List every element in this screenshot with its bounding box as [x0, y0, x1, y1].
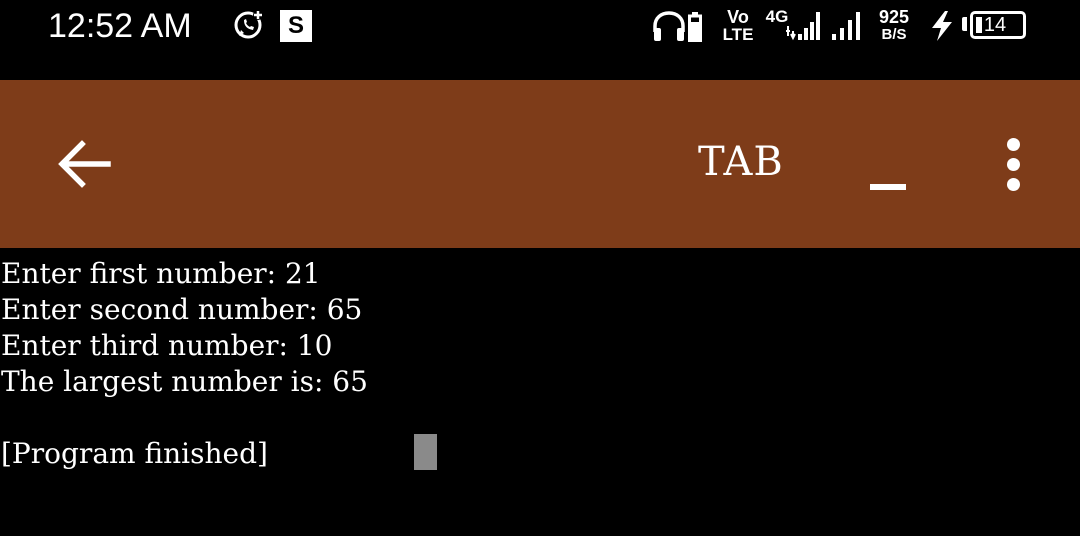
network-speed: 925 B/S	[872, 7, 916, 43]
signal-strength-2-icon	[832, 12, 860, 40]
headphones-icon	[653, 11, 685, 41]
signal-strength-1-icon	[786, 12, 820, 41]
whatsapp-icon	[234, 10, 263, 39]
battery-percent: 14	[983, 14, 1007, 36]
status-bar: 12:52 AM S Vo LTE 4G 925 B/S 14	[0, 0, 1080, 80]
headset-battery-icon	[688, 12, 702, 42]
volte-top-label: Vo	[727, 7, 749, 27]
overflow-menu-button[interactable]	[992, 134, 1036, 196]
app-toolbar: TAB	[0, 80, 1080, 248]
terminal-line: The largest number is: 65	[1, 365, 368, 398]
back-button[interactable]	[52, 134, 116, 194]
terminal-line: Enter third number: 10	[1, 329, 333, 362]
terminal-output[interactable]: Enter first number: 21 Enter second numb…	[0, 248, 1080, 536]
volte-bottom-label: LTE	[722, 25, 754, 44]
terminal-line: [Program finished]	[1, 437, 268, 470]
s-app-badge: S	[280, 10, 312, 42]
network-speed-value: 925	[878, 7, 910, 27]
battery-icon: 14	[970, 11, 1026, 39]
menu-dot	[1007, 138, 1020, 151]
charging-bolt-icon	[932, 11, 952, 41]
toolbar-title: TAB	[698, 139, 784, 185]
battery-tip	[962, 17, 967, 31]
menu-dot	[1007, 158, 1020, 171]
terminal-line: Enter first number: 21	[1, 257, 321, 290]
volte-indicator: Vo LTE	[718, 8, 758, 44]
terminal-line: Enter second number: 65	[1, 293, 363, 326]
menu-dot	[1007, 178, 1020, 191]
arrow-left-icon	[58, 140, 111, 188]
network-speed-unit: B/S	[881, 26, 907, 43]
terminal-cursor	[414, 434, 437, 470]
minimize-button[interactable]	[864, 150, 912, 200]
minimize-icon	[870, 184, 906, 190]
status-clock: 12:52 AM	[48, 7, 192, 45]
